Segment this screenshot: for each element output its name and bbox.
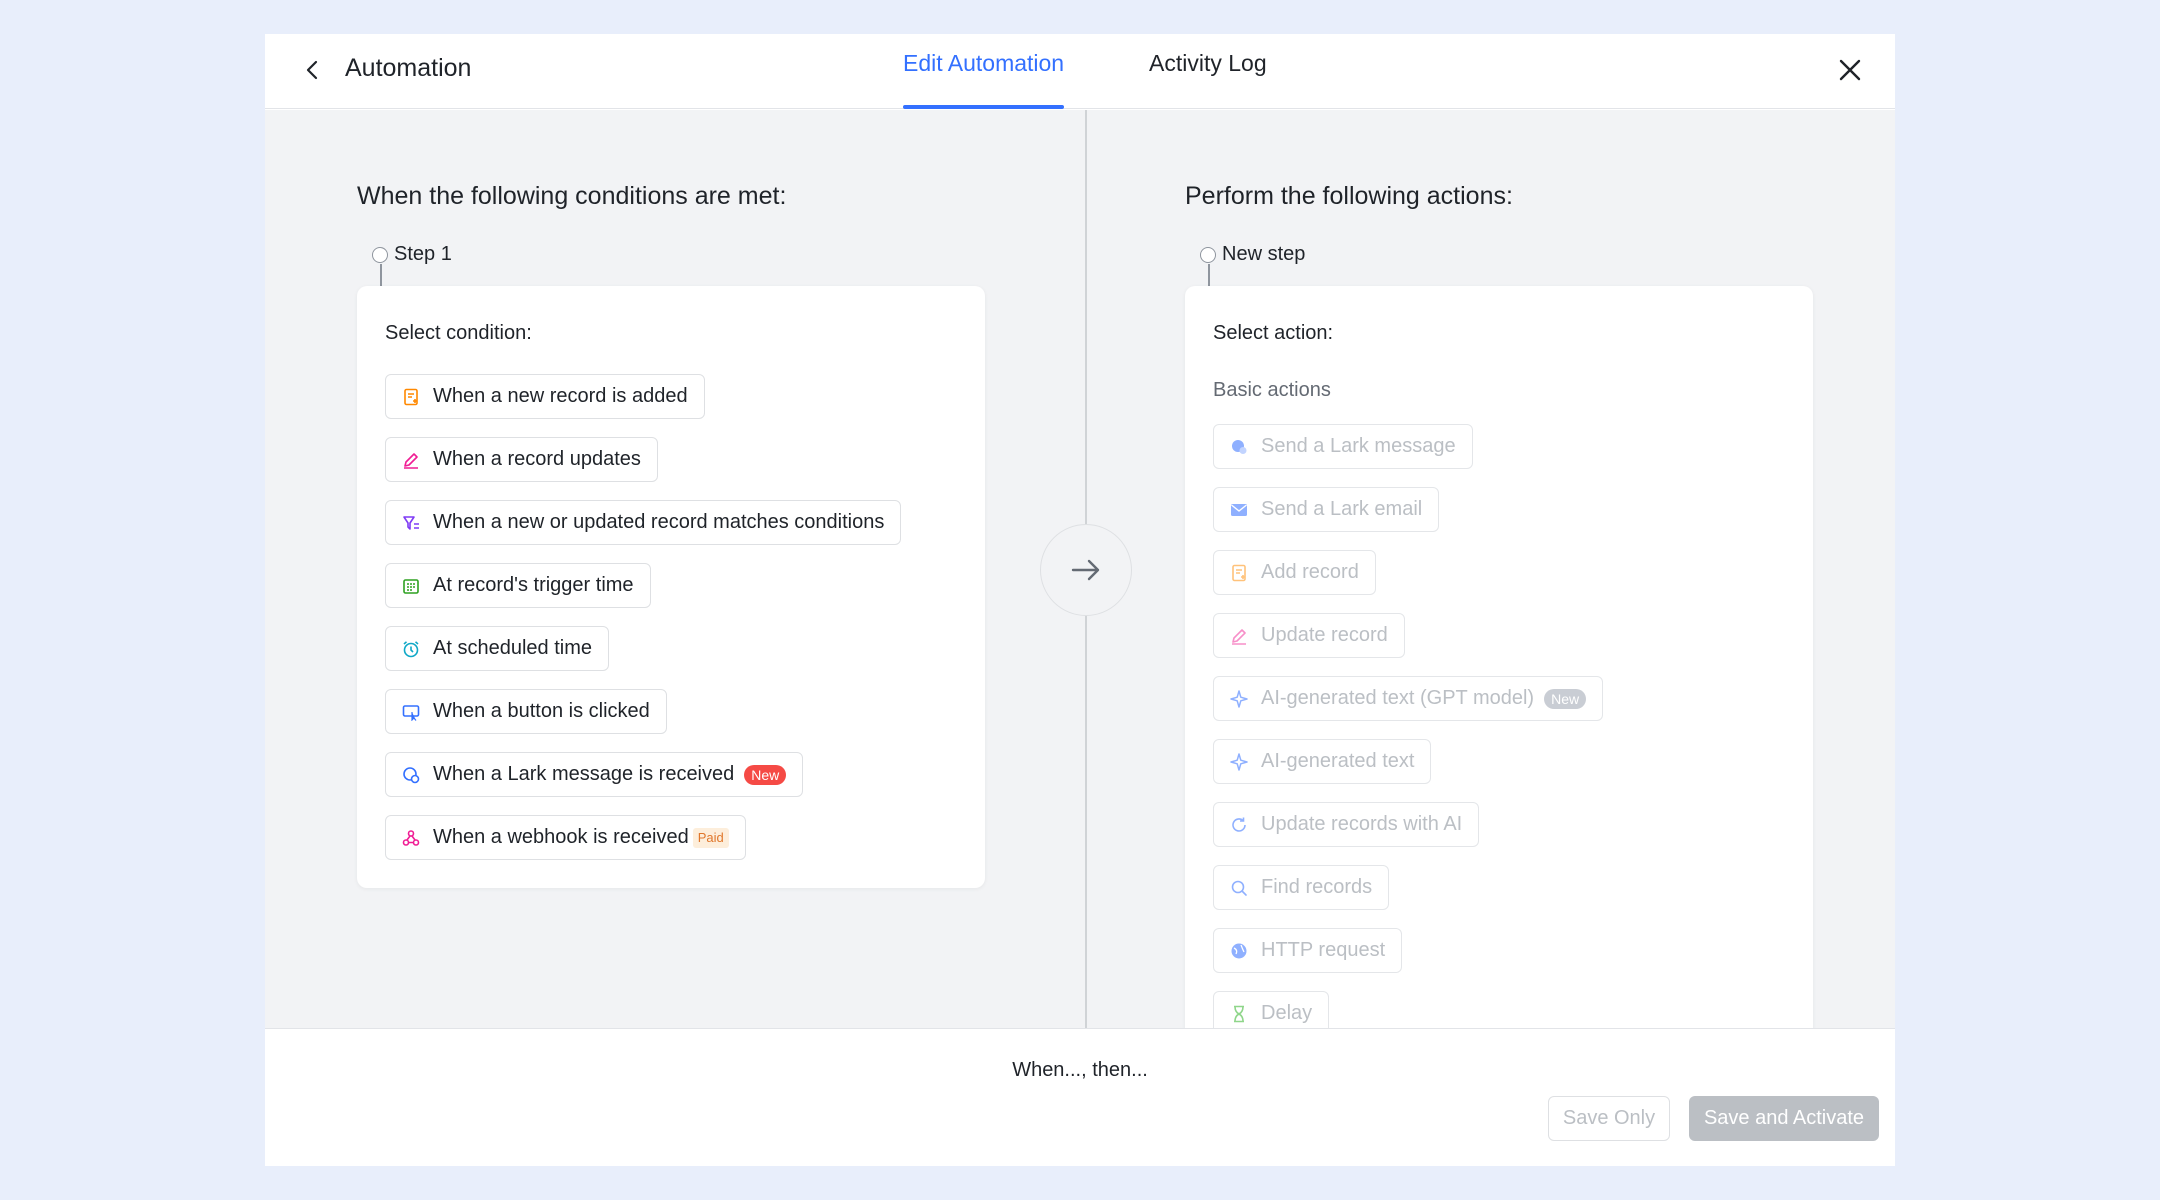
save-only-button[interactable]: Save Only [1548, 1096, 1670, 1141]
option-label: AI-generated text [1261, 750, 1415, 772]
page-title: Automation [345, 54, 472, 82]
option-label: Send a Lark message [1261, 435, 1456, 457]
condition-trigger-time[interactable]: At record's trigger time [385, 563, 651, 608]
step-label: Step 1 [394, 243, 452, 265]
option-label: Add record [1261, 561, 1359, 583]
step-1: Step 1 [372, 243, 452, 266]
record-add-icon [401, 387, 421, 407]
alarm-clock-icon [401, 639, 421, 659]
option-label: At record's trigger time [433, 574, 634, 596]
action-send-lark-message[interactable]: Send a Lark message [1213, 424, 1473, 469]
refresh-icon [1229, 815, 1249, 835]
new-badge: New [1544, 688, 1587, 709]
action-update-record[interactable]: Update record [1213, 613, 1405, 658]
paid-badge: Paid [692, 827, 729, 848]
condition-lark-message[interactable]: When a Lark message is received New [385, 752, 804, 797]
search-icon [1229, 878, 1249, 898]
action-http-request[interactable]: HTTP request [1213, 928, 1403, 973]
option-label: Send a Lark email [1261, 498, 1423, 520]
close-icon [1839, 59, 1861, 81]
flow-arrow [1040, 524, 1132, 616]
option-label: Find records [1261, 876, 1373, 898]
option-label: Delay [1261, 1002, 1313, 1024]
condition-new-record[interactable]: When a new record is added [385, 374, 705, 419]
select-action-label: Select action: [1213, 322, 1334, 344]
option-label: When a record updates [433, 448, 641, 470]
arrow-right-icon [1071, 559, 1100, 581]
globe-icon [1229, 941, 1249, 961]
save-and-activate-button[interactable]: Save and Activate [1689, 1096, 1879, 1141]
new-badge: New [744, 764, 787, 785]
action-send-lark-email[interactable]: Send a Lark email [1213, 487, 1440, 532]
action-find-records[interactable]: Find records [1213, 865, 1390, 910]
record-add-icon [1229, 563, 1249, 583]
editor-body: When the following conditions are met: S… [265, 110, 1895, 1028]
step-connector [380, 264, 382, 286]
automation-summary: When..., then... [1012, 1059, 1148, 1081]
action-card: Select action: Basic actions Send a Lark… [1185, 286, 1813, 1028]
hourglass-icon [1229, 1004, 1249, 1024]
option-label: Update records with AI [1261, 813, 1463, 835]
button-click-icon [401, 702, 421, 722]
option-label: Update record [1261, 624, 1388, 646]
condition-card: Select condition: When a new record is a… [357, 286, 985, 888]
action-delay[interactable]: Delay [1213, 991, 1330, 1028]
step-label: New step [1222, 243, 1306, 265]
basic-actions-label: Basic actions [1213, 379, 1331, 401]
close-button[interactable] [1831, 51, 1869, 89]
condition-button-clicked[interactable]: When a button is clicked [385, 689, 667, 734]
modal-header: Automation Edit Automation Activity Log [265, 34, 1895, 109]
message-icon [401, 765, 421, 785]
option-label: When a new record is added [433, 385, 688, 407]
conditions-heading: When the following conditions are met: [357, 182, 787, 210]
mail-icon [1229, 500, 1249, 520]
action-ai-text-gpt[interactable]: AI-generated text (GPT model) New [1213, 676, 1604, 721]
option-label: At scheduled time [433, 637, 592, 659]
action-update-records-ai[interactable]: Update records with AI [1213, 802, 1480, 847]
filter-icon [401, 513, 421, 533]
pencil-icon [401, 450, 421, 470]
option-label: When a Lark message is received [433, 763, 735, 785]
tab-activity-log[interactable]: Activity Log [1149, 50, 1267, 109]
step-dot-icon [1200, 246, 1216, 263]
step-dot-icon [372, 246, 388, 263]
condition-record-updates[interactable]: When a record updates [385, 437, 658, 482]
sparkle-icon [1229, 752, 1249, 772]
sparkle-icon [1229, 689, 1249, 709]
select-condition-label: Select condition: [385, 322, 532, 344]
actions-heading: Perform the following actions: [1185, 182, 1513, 210]
tab-edit-automation[interactable]: Edit Automation [903, 50, 1065, 109]
calendar-icon [401, 576, 421, 596]
new-step: New step [1200, 243, 1305, 266]
option-label: When a webhook is received [433, 826, 689, 848]
step-connector [1208, 264, 1210, 286]
option-label: AI-generated text (GPT model) [1261, 687, 1535, 709]
action-ai-text[interactable]: AI-generated text [1213, 739, 1432, 784]
automation-modal: Automation Edit Automation Activity Log … [265, 34, 1895, 1166]
condition-webhook[interactable]: When a webhook is received Paid [385, 815, 746, 860]
pencil-icon [1229, 626, 1249, 646]
option-label: When a button is clicked [433, 700, 650, 722]
chevron-left-icon [306, 60, 318, 80]
lark-message-icon [1229, 437, 1249, 457]
back-button[interactable] [295, 52, 331, 88]
modal-footer: When..., then... Save Only Save and Acti… [265, 1028, 1895, 1166]
condition-scheduled-time[interactable]: At scheduled time [385, 626, 609, 671]
webhook-icon [401, 828, 421, 848]
option-label: When a new or updated record matches con… [433, 511, 885, 533]
option-label: HTTP request [1261, 939, 1386, 961]
action-add-record[interactable]: Add record [1213, 550, 1376, 595]
condition-matches-conditions[interactable]: When a new or updated record matches con… [385, 500, 902, 545]
